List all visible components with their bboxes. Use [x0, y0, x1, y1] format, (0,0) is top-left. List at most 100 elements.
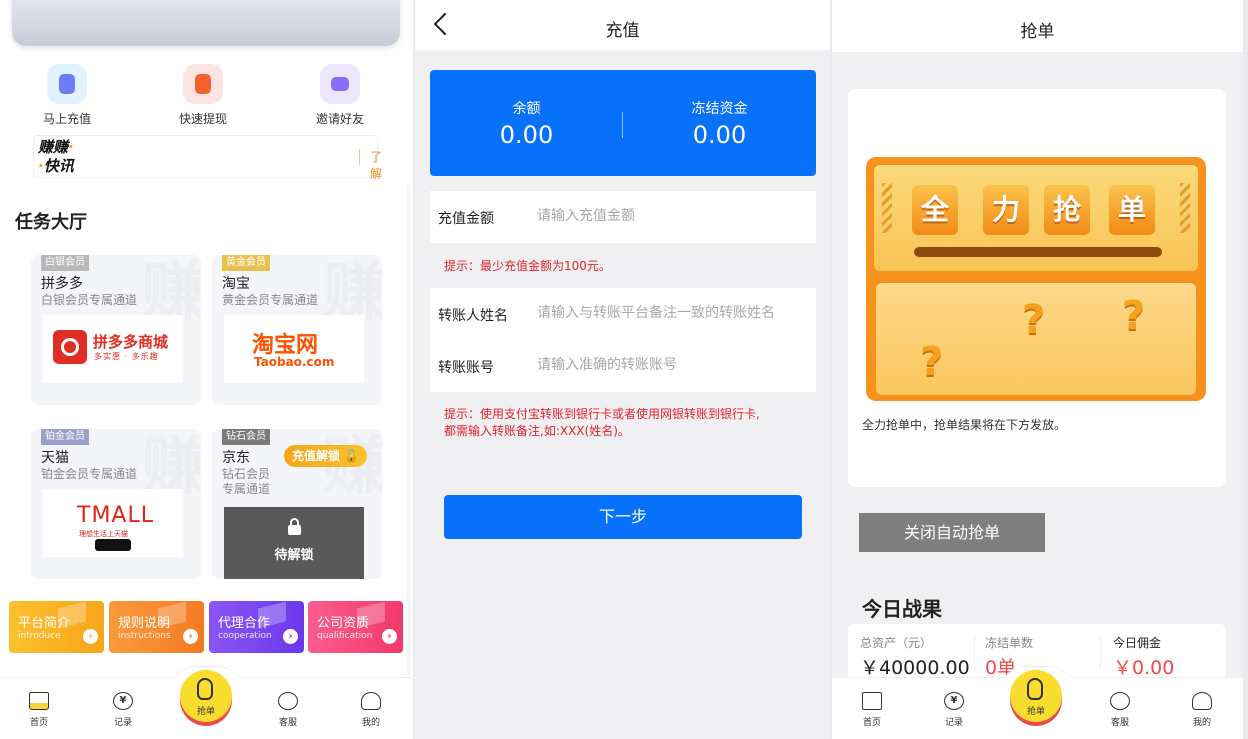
tab-home[interactable]: 首页 — [852, 692, 892, 728]
yuan-icon: ¥ — [113, 692, 133, 710]
scrollbar[interactable] — [407, 185, 410, 675]
task-sub: 白银会员专属通道 — [41, 293, 138, 307]
member-tag: 钻石会员 — [222, 429, 270, 445]
member-tag: 白银会员 — [41, 255, 89, 271]
news-logo: 赚赚· ·快讯 — [38, 138, 74, 175]
info-card-instructions[interactable]: 规则说明 instructions › — [109, 601, 204, 653]
next-step-button[interactable]: 下一步 — [444, 495, 802, 539]
recharge-unlock-button[interactable]: 充值解锁 🔓 — [284, 445, 368, 467]
question-mark-icon: ? — [920, 339, 944, 385]
taobao-logo: 淘宝网 Taobao.com — [224, 315, 364, 383]
member-tag: 黄金会员 — [222, 255, 270, 271]
home-screen: 马上充值 快速提现 邀请好友 赚赚· ·快讯 了解 任务大厅 赚 白银会员 拼多多… — [0, 0, 413, 739]
pinduoduo-logo: 拼多多商城 多实惠 · 多乐趣 — [43, 315, 183, 383]
tab-records[interactable]: ¥ 记录 — [103, 692, 143, 728]
grab-screen: 抢单 全 力 抢 单 ? ? ? 全力抢单中，抢单结果将在下方发放。 关闭自动抢… — [832, 0, 1243, 739]
frozen-block: 冻结资金 0.00 — [623, 98, 816, 149]
payer-name-input[interactable] — [537, 299, 809, 327]
task-card-jd[interactable]: 赚 钻石会员 京东 钻石会员 专属通道 充值解锁 🔓 待解锁 — [212, 429, 382, 579]
tab-grab-center[interactable]: 抢单 — [180, 670, 232, 722]
task-name: 淘宝 — [222, 276, 250, 292]
stat-today-commission: 今日佣金 ￥0.00 — [1113, 636, 1175, 679]
task-sub: 黄金会员专属通道 — [222, 293, 319, 307]
info-card-cooperation[interactable]: 代理合作 cooperation › — [209, 601, 304, 653]
close-auto-grab-button[interactable]: 关闭自动抢单 — [859, 513, 1045, 552]
chat-icon — [278, 692, 298, 710]
grab-tile: 抢 — [1044, 185, 1090, 235]
locked-overlay: 待解锁 — [224, 507, 364, 579]
quick-invite[interactable]: 邀请好友 — [295, 64, 385, 127]
invite-wallet-icon — [320, 64, 360, 104]
info-card-introduce[interactable]: 平台简介 introduce › — [9, 601, 104, 653]
transfer-hint-line2: 都需输入转账备注,如:XXX(姓名)。 — [444, 424, 630, 438]
unlock-icon: 🔓 — [344, 449, 360, 463]
nav-bar: 充值 — [415, 0, 830, 50]
grab-machine-illustration: 全 力 抢 单 ? ? ? — [866, 157, 1206, 401]
tab-mine[interactable]: 我的 — [1182, 692, 1222, 728]
home-icon — [862, 692, 882, 710]
pinduoduo-logo-icon — [53, 330, 87, 364]
grab-status-text: 全力抢单中，抢单结果将在下方发放。 — [862, 418, 1067, 432]
grab-machine-card: 全 力 抢 单 ? ? ? 全力抢单中，抢单结果将在下方发放。 — [848, 89, 1226, 487]
balance-value: 0.00 — [499, 121, 554, 149]
tab-bar: 首页 ¥ 记录 抢单 客服 我的 — [0, 666, 413, 739]
locked-label: 待解锁 — [274, 548, 314, 563]
amount-input[interactable] — [537, 202, 809, 230]
tap-hand-icon — [1027, 678, 1043, 700]
amount-label: 充值金额 — [438, 211, 494, 227]
balance-label: 余额 — [512, 101, 541, 117]
page-title: 抢单 — [1020, 22, 1055, 42]
balance-block: 余额 0.00 — [430, 98, 623, 149]
task-card-pinduoduo[interactable]: 赚 白银会员 拼多多 白银会员专属通道 拼多多商城 多实惠 · 多乐趣 — [31, 255, 201, 405]
tab-service[interactable]: 客服 — [1100, 692, 1140, 728]
task-name: 京东 — [222, 450, 250, 466]
account-row: 转账账号 — [430, 340, 816, 392]
question-mark-icon: ? — [1022, 297, 1046, 343]
grab-tile: 全 — [912, 185, 958, 235]
recharge-screen: 充值 余额 0.00 冻结资金 0.00 充值金额 提示：最少充值金额为100元… — [415, 0, 830, 739]
user-icon — [1192, 692, 1212, 710]
news-ticker: 赚赚· ·快讯 了解 — [33, 135, 382, 181]
tap-hand-icon — [197, 678, 213, 700]
top-banner[interactable] — [12, 0, 400, 46]
info-card-qualification[interactable]: 公司资质 qualification › — [308, 601, 403, 653]
payer-name-row: 转账人姓名 — [430, 288, 816, 340]
grab-tile: 力 — [983, 185, 1029, 235]
account-input[interactable] — [537, 351, 809, 379]
tab-home[interactable]: 首页 — [19, 692, 59, 728]
chat-icon — [1110, 692, 1130, 710]
chevron-right-icon: › — [283, 629, 298, 644]
account-label: 转账账号 — [438, 360, 494, 376]
section-title: 任务大厅 — [15, 212, 87, 233]
withdraw-icon — [183, 64, 223, 104]
tab-service[interactable]: 客服 — [268, 692, 308, 728]
quick-invite-label: 邀请好友 — [315, 112, 364, 126]
task-sub: 铂金会员专属通道 — [41, 467, 138, 481]
recharge-icon — [47, 64, 87, 104]
tab-mine[interactable]: 我的 — [351, 692, 391, 728]
stat-total-assets: 总资产（元） ￥40000.00 — [860, 636, 970, 679]
page-title: 充值 — [605, 21, 640, 41]
task-sub: 钻石会员 专属通道 — [222, 467, 271, 496]
quick-recharge[interactable]: 马上充值 — [22, 64, 112, 127]
home-icon — [29, 692, 49, 710]
question-mark-icon: ? — [1122, 293, 1146, 339]
user-icon — [361, 692, 381, 710]
payer-name-label: 转账人姓名 — [438, 308, 508, 324]
chevron-right-icon: › — [183, 629, 198, 644]
nav-bar: 抢单 — [832, 0, 1243, 52]
yuan-icon: ¥ — [944, 692, 964, 710]
tab-records[interactable]: ¥ 记录 — [934, 692, 974, 728]
news-more-link[interactable]: 了解 — [370, 148, 382, 182]
task-card-tmall[interactable]: 赚 铂金会员 天猫 铂金会员专属通道 TMALL 理想生活上天猫 — [31, 429, 201, 579]
frozen-value: 0.00 — [692, 121, 747, 149]
transfer-hint-line1: 提示：使用支付宝转账到银行卡或者使用网银转账到银行卡, — [444, 407, 760, 421]
task-name: 天猫 — [41, 450, 69, 466]
task-card-taobao[interactable]: 赚 黄金会员 淘宝 黄金会员专属通道 淘宝网 Taobao.com — [212, 255, 382, 405]
quick-withdraw[interactable]: 快速提现 — [158, 64, 248, 127]
task-name: 拼多多 — [41, 276, 83, 292]
balance-card: 余额 0.00 冻结资金 0.00 — [430, 70, 816, 176]
tab-grab-center[interactable]: 抢单 — [1010, 670, 1062, 722]
chevron-right-icon: › — [382, 629, 397, 644]
tab-bar: 首页 ¥ 记录 抢单 客服 我的 — [832, 666, 1243, 739]
